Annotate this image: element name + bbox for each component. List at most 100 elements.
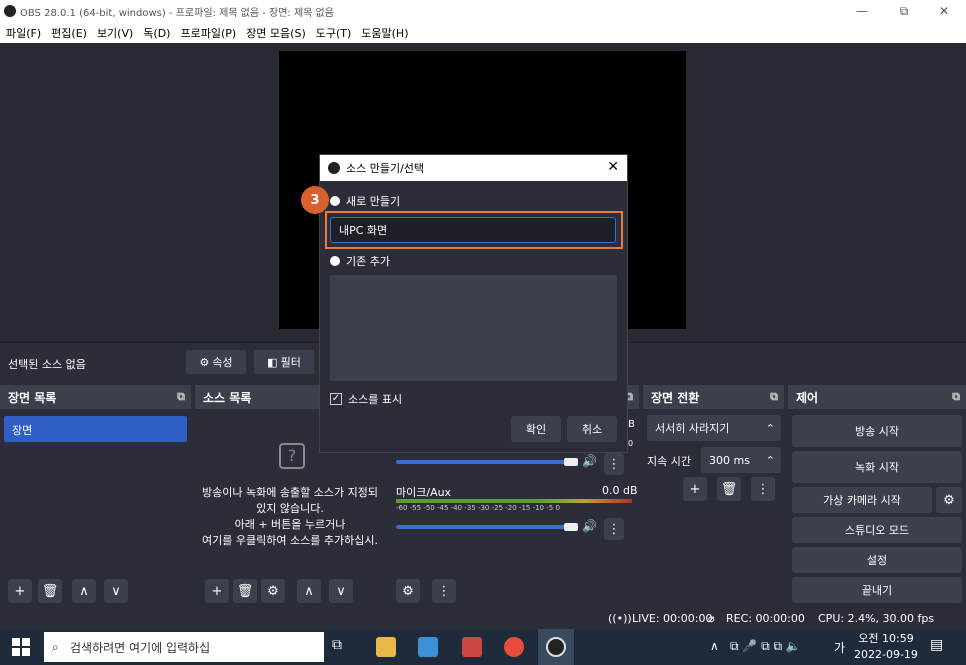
trash-icon: 🗑 bbox=[236, 583, 254, 599]
desktop-audio-menu-button[interactable]: ⋮ bbox=[604, 453, 624, 475]
remove-source-button[interactable]: 🗑 bbox=[233, 579, 257, 603]
gear-icon: ⚙ bbox=[199, 355, 210, 369]
add-existing-radio[interactable]: 기존 추가 bbox=[330, 253, 390, 269]
menu-view[interactable]: 보기(V) bbox=[97, 25, 133, 41]
start-recording-button[interactable]: 녹화 시작 bbox=[792, 451, 962, 483]
file-explorer-icon[interactable] bbox=[376, 637, 396, 657]
desktop-audio-slider-knob[interactable] bbox=[564, 458, 578, 466]
remove-transition-button[interactable]: 🗑 bbox=[717, 477, 741, 501]
create-new-radio[interactable]: 새로 만들기 bbox=[330, 193, 400, 209]
sources-empty-message: 방송이나 녹화에 송출할 소스가 지정되 있지 않습니다. 아래 + 버튼을 누… bbox=[202, 486, 378, 547]
gears-icon: ⚙ bbox=[402, 583, 414, 599]
notification-icon[interactable]: ▤ bbox=[930, 637, 943, 653]
add-scene-button[interactable]: + bbox=[8, 579, 32, 603]
live-status: LIVE: 00:00:00 bbox=[632, 612, 713, 625]
controls-header: 제어 ⧉ bbox=[788, 385, 966, 409]
scene-down-button[interactable]: ∨ bbox=[104, 579, 128, 603]
mic-aux-slider-knob[interactable] bbox=[564, 523, 578, 531]
duration-input[interactable]: 300 ms ⌃ bbox=[701, 447, 781, 473]
desktop-audio-db-partial: B bbox=[628, 419, 635, 430]
mic-aux-db: 0.0 dB bbox=[602, 484, 638, 497]
close-button[interactable]: ✕ bbox=[926, 0, 962, 22]
tray-chevron-up-icon[interactable]: ∧ bbox=[710, 639, 719, 653]
gear-icon: ⚙ bbox=[267, 583, 279, 599]
rec-status: REC: 00:00:00 bbox=[726, 612, 805, 625]
step-badge: 3 bbox=[301, 186, 329, 214]
clock[interactable]: 오전 10:59 2022-09-19 bbox=[854, 631, 918, 663]
maximize-button[interactable]: ⧉ bbox=[886, 0, 922, 22]
minimize-button[interactable]: — bbox=[844, 0, 880, 22]
duration-label: 지속 시간 bbox=[647, 455, 691, 468]
search-icon: ⌕ bbox=[52, 639, 59, 654]
source-name-input[interactable]: 내PC 화면 bbox=[330, 217, 616, 243]
gear-icon: ⚙ bbox=[943, 492, 955, 508]
desktop-audio-scale-partial: 0 bbox=[628, 439, 634, 448]
mic-aux-scale: -60 -55 -50 -45 -40 -35 -30 -25 -20 -15 … bbox=[396, 504, 560, 512]
windows-taskbar: ⌕ 검색하려면 여기에 입력하십 ⧉ ∧ ⧉ 🎤 ⧉ ⧉ 🔈 가 오전 10:5… bbox=[0, 629, 966, 665]
speaker-icon[interactable]: 🔊 bbox=[582, 454, 597, 468]
ime-indicator[interactable]: 가 bbox=[834, 639, 845, 656]
menu-dock[interactable]: 독(D) bbox=[143, 25, 170, 41]
task-view-icon[interactable]: ⧉ bbox=[332, 637, 352, 657]
menu-help[interactable]: 도움말(H) bbox=[361, 25, 408, 41]
add-source-button[interactable]: + bbox=[205, 579, 229, 603]
source-down-button[interactable]: ∨ bbox=[329, 579, 353, 603]
menu-profile[interactable]: 프로파일(P) bbox=[180, 25, 236, 41]
studio-mode-button[interactable]: 스튜디오 모드 bbox=[792, 517, 962, 543]
paint-icon[interactable] bbox=[462, 637, 482, 657]
desktop-audio-slider[interactable] bbox=[396, 460, 566, 464]
existing-sources-list[interactable] bbox=[330, 275, 617, 381]
chevron-up-icon: ∧ bbox=[304, 583, 314, 599]
settings-button[interactable]: 설정 bbox=[792, 547, 962, 573]
remove-scene-button[interactable]: 🗑 bbox=[38, 579, 62, 603]
add-transition-button[interactable]: + bbox=[683, 477, 707, 501]
menu-bar: 파일(F) 편집(E) 보기(V) 독(D) 프로파일(P) 장면 모음(S) … bbox=[0, 22, 966, 43]
transitions-dock: 장면 전환 ⧉ 서서히 사라지기 ⌃ 지속 시간 300 ms ⌃ + 🗑 ⋮ bbox=[643, 385, 784, 607]
show-source-checkbox[interactable]: ✓ 소스를 표시 bbox=[330, 391, 402, 407]
undock-icon[interactable]: ⧉ bbox=[770, 390, 778, 404]
mic-aux-meter bbox=[396, 499, 632, 503]
undock-icon[interactable]: ⧉ bbox=[952, 390, 960, 404]
properties-button[interactable]: ⚙ 속성 bbox=[186, 350, 246, 374]
scene-item[interactable]: 장면 bbox=[4, 416, 187, 442]
mic-aux-menu-button[interactable]: ⋮ bbox=[604, 518, 624, 540]
dialog-close-button[interactable]: ✕ bbox=[607, 159, 619, 175]
chrome-icon[interactable] bbox=[504, 637, 524, 657]
obs-taskbar-button[interactable] bbox=[538, 629, 574, 665]
plus-icon: + bbox=[689, 481, 701, 497]
radio-dot-icon bbox=[330, 256, 340, 266]
speaker-icon[interactable]: 🔊 bbox=[582, 519, 597, 533]
source-up-button[interactable]: ∧ bbox=[297, 579, 321, 603]
undock-icon[interactable]: ⧉ bbox=[177, 390, 185, 404]
start-virtual-camera-button[interactable]: 가상 카메라 시작 bbox=[792, 487, 932, 513]
updown-icon: ⌃ bbox=[765, 421, 775, 435]
transition-select[interactable]: 서서히 사라지기 ⌃ bbox=[647, 415, 781, 441]
mixer-menu-button[interactable]: ⋮ bbox=[432, 579, 456, 603]
window-title: OBS 28.0.1 (64-bit, windows) - 프로파일: 제목 … bbox=[20, 7, 334, 19]
plus-icon: + bbox=[211, 583, 223, 599]
windows-start-icon[interactable] bbox=[12, 638, 30, 656]
cpu-status: CPU: 2.4%, 30.00 fps bbox=[818, 612, 935, 625]
obs-icon bbox=[546, 637, 566, 657]
mixer-settings-button[interactable]: ⚙ bbox=[396, 579, 420, 603]
transition-menu-button[interactable]: ⋮ bbox=[751, 477, 775, 501]
app-icon[interactable] bbox=[418, 637, 438, 657]
transitions-header: 장면 전환 ⧉ bbox=[643, 385, 784, 409]
menu-tools[interactable]: 도구(T) bbox=[316, 25, 352, 41]
menu-scene-collection[interactable]: 장면 모음(S) bbox=[246, 25, 306, 41]
cancel-button[interactable]: 취소 bbox=[567, 416, 617, 442]
exit-button[interactable]: 끝내기 bbox=[792, 577, 962, 603]
start-streaming-button[interactable]: 방송 시작 bbox=[792, 415, 962, 447]
ok-button[interactable]: 확인 bbox=[511, 416, 561, 442]
no-source-label: 선택된 소스 없음 bbox=[8, 358, 86, 371]
tray-icons[interactable]: ⧉ 🎤 ⧉ ⧉ 🔈 bbox=[730, 639, 801, 654]
scene-up-button[interactable]: ∧ bbox=[72, 579, 96, 603]
mic-aux-slider[interactable] bbox=[396, 525, 566, 529]
taskbar-search[interactable]: ⌕ 검색하려면 여기에 입력하십 bbox=[44, 632, 324, 662]
menu-edit[interactable]: 편집(E) bbox=[51, 25, 87, 41]
virtual-camera-settings-button[interactable]: ⚙ bbox=[936, 487, 962, 513]
source-properties-button[interactable]: ⚙ bbox=[261, 579, 285, 603]
menu-file[interactable]: 파일(F) bbox=[6, 25, 41, 41]
kebab-icon: ⋮ bbox=[607, 456, 621, 472]
filters-button[interactable]: ◧ 필터 bbox=[254, 350, 314, 374]
